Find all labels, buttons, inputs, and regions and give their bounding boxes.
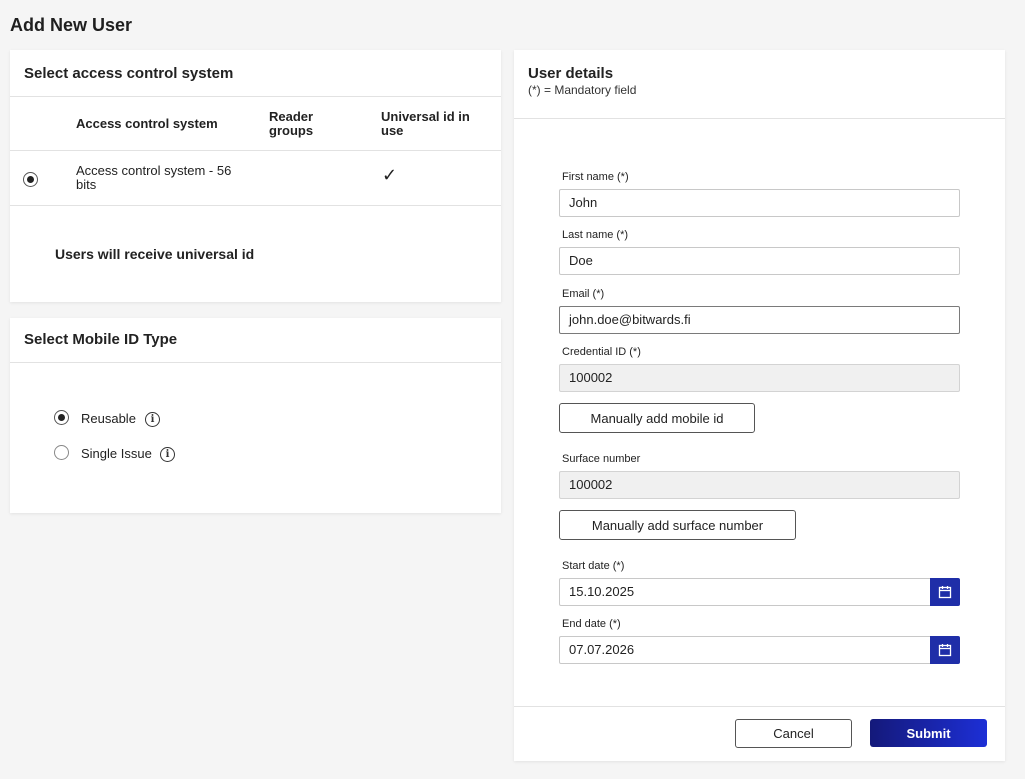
end-date-label: End date (*) <box>562 618 621 630</box>
access-control-title: Select access control system <box>24 65 234 82</box>
single-issue-label[interactable]: Single Issue <box>81 446 152 461</box>
last-name-input[interactable]: Doe <box>559 247 960 275</box>
column-header-universal-id: Universal id in use <box>381 109 470 138</box>
table-row[interactable]: Access control system - 56 bits ✓ <box>10 151 501 206</box>
calendar-icon <box>938 644 952 657</box>
add-surface-number-button[interactable]: Manually add surface number <box>559 510 796 540</box>
mobile-id-title: Select Mobile ID Type <box>24 331 178 348</box>
cancel-button[interactable]: Cancel <box>735 719 852 748</box>
last-name-label: Last name (*) <box>562 229 629 241</box>
mandatory-note: (*) = Mandatory field <box>528 83 637 97</box>
credential-id-label: Credential ID (*) <box>562 346 641 358</box>
checkmark-icon: ✓ <box>382 165 398 185</box>
start-date-label: Start date (*) <box>562 560 625 572</box>
end-date-calendar-button[interactable] <box>930 636 960 664</box>
access-control-card: Select access control system Access cont… <box>10 50 501 302</box>
calendar-icon <box>938 586 952 599</box>
email-label: Email (*) <box>562 288 605 300</box>
single-issue-radio[interactable] <box>54 445 69 460</box>
user-details-card: User details (*) = Mandatory field First… <box>514 50 1005 761</box>
reusable-label[interactable]: Reusable <box>81 411 136 426</box>
surface-number-input: 100002 <box>559 471 960 499</box>
end-date-input[interactable]: 07.07.2026 <box>559 636 931 664</box>
start-date-input[interactable]: 15.10.2025 <box>559 578 931 606</box>
page-title: Add New User <box>10 15 133 35</box>
mobile-id-card: Select Mobile ID Type Reusable i Single … <box>10 318 501 513</box>
column-header-reader-groups: Reader groups <box>269 109 314 138</box>
first-name-label: First name (*) <box>562 171 629 183</box>
divider <box>514 118 1005 119</box>
info-icon[interactable]: i <box>145 412 160 427</box>
email-input[interactable]: john.doe@bitwards.fi <box>559 306 960 334</box>
access-control-radio[interactable] <box>23 172 38 187</box>
divider <box>10 362 501 363</box>
credential-id-input: 100002 <box>559 364 960 392</box>
surface-number-label: Surface number <box>562 453 641 465</box>
user-details-title: User details <box>528 65 614 82</box>
info-icon[interactable]: i <box>160 447 175 462</box>
add-mobile-id-button[interactable]: Manually add mobile id <box>559 403 755 433</box>
submit-button[interactable]: Submit <box>870 719 987 747</box>
universal-id-note: Users will receive universal id <box>55 246 255 262</box>
access-control-system-name: Access control system - 56 bits <box>76 163 232 192</box>
column-header-system: Access control system <box>76 116 218 131</box>
reusable-radio[interactable] <box>54 410 69 425</box>
start-date-calendar-button[interactable] <box>930 578 960 606</box>
first-name-input[interactable]: John <box>559 189 960 217</box>
access-control-table-header: Access control system Reader groups Univ… <box>10 96 501 151</box>
divider <box>514 706 1005 707</box>
